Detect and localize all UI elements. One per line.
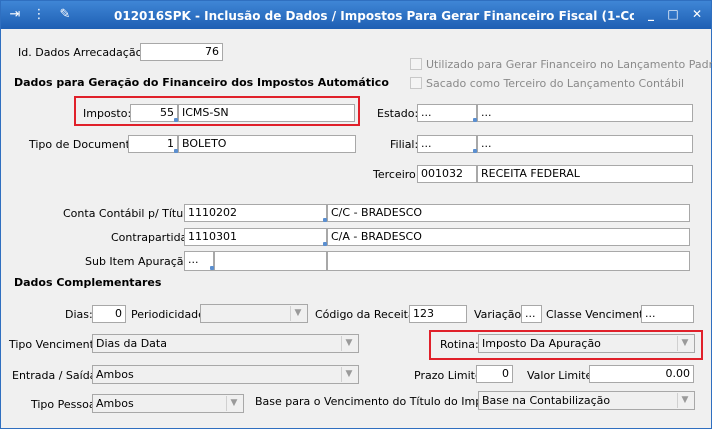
chevron-down-icon[interactable]: ▼ <box>677 336 692 351</box>
entrada-saida-select[interactable]: Ambos ▼ <box>92 365 359 384</box>
estado-code-field[interactable]: ... <box>417 104 477 122</box>
lookup-icon[interactable] <box>174 149 178 153</box>
filial-label: Filial: <box>390 138 419 151</box>
valor-limite-field[interactable]: 0.00 <box>589 365 694 383</box>
chevron-down-icon[interactable]: ▼ <box>290 306 305 321</box>
tipo-vencimento-value: Dias da Data <box>96 337 167 350</box>
terceiro-label: Terceiro: <box>373 168 420 181</box>
periodicidade-select[interactable]: ▼ <box>200 304 308 323</box>
section-title-complementares: Dados Complementares <box>14 276 162 289</box>
imposto-code-field[interactable]: 55 <box>130 104 178 122</box>
tipo-pessoa-select[interactable]: Ambos ▼ <box>92 394 244 413</box>
contrapartida-label: Contrapartida: <box>111 231 192 244</box>
variacao-field[interactable]: ... <box>521 305 542 323</box>
traffic-light-icon[interactable]: ⋮ <box>31 7 47 23</box>
sub-item-desc-field <box>214 251 327 271</box>
prazo-limite-label: Prazo Limite: <box>414 369 486 382</box>
financeiro-padrao-checkbox[interactable] <box>410 58 422 70</box>
id-dados-label: Id. Dados Arrecadação: <box>18 46 147 59</box>
codigo-receita-label: Código da Receita: <box>315 308 419 321</box>
chevron-down-icon[interactable]: ▼ <box>341 336 356 351</box>
estado-label: Estado: <box>377 107 419 120</box>
dias-label: Dias: <box>65 308 93 321</box>
id-dados-field[interactable]: 76 <box>140 43 223 61</box>
conta-contabil-code-field[interactable]: 1110202 <box>184 204 327 222</box>
base-vencimento-label: Base para o Vencimento do Título do Impo… <box>255 395 510 408</box>
tipo-pessoa-value: Ambos <box>96 397 134 410</box>
lookup-icon[interactable] <box>210 266 214 270</box>
title-bar: ⇥ ⋮ ✎ 012016SPK - Inclusão de Dados / Im… <box>1 1 711 29</box>
financeiro-padrao-label: Utilizado para Gerar Financeiro no Lança… <box>426 58 712 71</box>
lookup-icon[interactable] <box>323 218 327 222</box>
minimize-button[interactable]: _ <box>641 5 661 23</box>
tipo-documento-code-field[interactable]: 1 <box>128 135 178 153</box>
tipo-documento-name-field: BOLETO <box>178 135 356 153</box>
valor-limite-label: Valor Limite: <box>527 369 596 382</box>
rotina-value: Imposto Da Apuração <box>482 337 601 350</box>
sub-item-name-field <box>327 251 690 271</box>
section-title-financeiro: Dados para Geração do Financeiro dos Imp… <box>14 76 389 89</box>
base-vencimento-value: Base na Contabilização <box>482 394 611 407</box>
wrench-icon[interactable]: ✎ <box>57 7 73 23</box>
sacado-terceiro-checkbox[interactable] <box>410 77 422 89</box>
lookup-icon[interactable] <box>473 149 477 153</box>
lookup-icon[interactable] <box>323 242 327 246</box>
dias-field[interactable]: 0 <box>92 305 126 323</box>
filial-code-field[interactable]: ... <box>417 135 477 153</box>
lookup-icon[interactable] <box>473 118 477 122</box>
exit-icon[interactable]: ⇥ <box>7 7 23 23</box>
chevron-down-icon[interactable]: ▼ <box>677 393 692 408</box>
tipo-vencimento-select[interactable]: Dias da Data ▼ <box>92 334 359 353</box>
contrapartida-code-field[interactable]: 1110301 <box>184 228 327 246</box>
tipo-vencimento-label: Tipo Vencimento: <box>9 338 105 351</box>
classe-vencimento-field[interactable]: ... <box>641 305 694 323</box>
window-title: 012016SPK - Inclusão de Dados / Impostos… <box>114 9 634 23</box>
variacao-label: Variação: <box>474 308 525 321</box>
filial-name-field: ... <box>477 135 693 153</box>
lookup-icon[interactable] <box>174 118 178 122</box>
tipo-pessoa-label: Tipo Pessoa: <box>31 398 100 411</box>
chevron-down-icon[interactable]: ▼ <box>226 396 241 411</box>
close-button[interactable]: ✕ <box>687 5 707 23</box>
maximize-button[interactable]: □ <box>663 5 683 23</box>
classe-vencimento-label: Classe Vencimento: <box>546 308 654 321</box>
rotina-label: Rotina: <box>440 338 479 351</box>
estado-name-field: ... <box>477 104 693 122</box>
imposto-label: Imposto: <box>83 107 132 120</box>
base-vencimento-select[interactable]: Base na Contabilização ▼ <box>478 391 695 410</box>
entrada-saida-value: Ambos <box>96 368 134 381</box>
prazo-limite-field[interactable]: 0 <box>476 365 513 383</box>
codigo-receita-field[interactable]: 123 <box>409 305 467 323</box>
periodicidade-label: Periodicidade: <box>131 308 209 321</box>
terceiro-code-field[interactable]: 001032 <box>417 165 477 183</box>
rotina-select[interactable]: Imposto Da Apuração ▼ <box>478 334 695 353</box>
contrapartida-name-field: C/A - BRADESCO <box>327 228 690 246</box>
tipo-documento-label: Tipo de Documento: <box>29 138 141 151</box>
conta-contabil-label: Conta Contábil p/ Título: <box>63 207 197 220</box>
imposto-name-field: ICMS-SN <box>178 104 355 122</box>
sacado-terceiro-label: Sacado como Terceiro do Lançamento Contá… <box>426 77 685 90</box>
chevron-down-icon[interactable]: ▼ <box>341 367 356 382</box>
terceiro-name-field: RECEITA FEDERAL <box>477 165 693 183</box>
sub-item-label: Sub Item Apuração: <box>85 255 194 268</box>
entrada-saida-label: Entrada / Saída: <box>12 369 101 382</box>
window: ⇥ ⋮ ✎ 012016SPK - Inclusão de Dados / Im… <box>0 0 712 429</box>
conta-contabil-name-field: C/C - BRADESCO <box>327 204 690 222</box>
